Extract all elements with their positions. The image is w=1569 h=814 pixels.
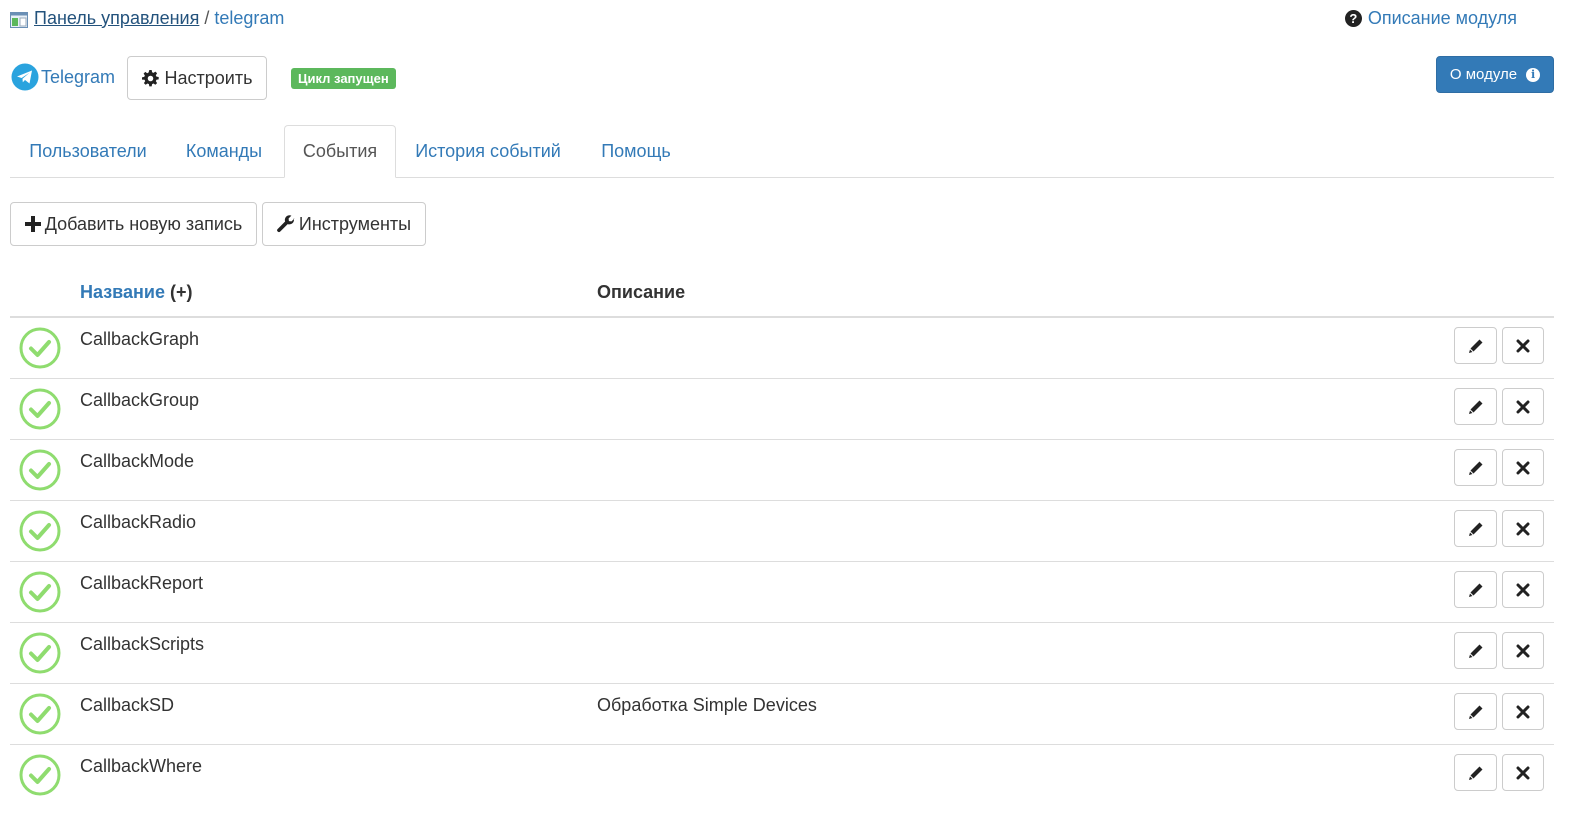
check-circle-icon	[19, 632, 61, 674]
table-row: CallbackRadio	[10, 501, 1554, 562]
table-row: CallbackReport	[10, 562, 1554, 623]
column-description-header: Описание	[597, 282, 686, 302]
row-name: CallbackReport	[80, 573, 204, 593]
row-description: Обработка Simple Devices	[597, 695, 817, 715]
check-circle-icon	[19, 327, 61, 369]
edit-button[interactable]	[1454, 693, 1497, 730]
row-name: CallbackScripts	[80, 634, 205, 654]
about-module-label: О модуле	[1449, 66, 1518, 83]
check-circle-icon	[19, 693, 61, 735]
delete-button[interactable]	[1502, 693, 1544, 730]
edit-button[interactable]	[1454, 510, 1497, 547]
add-record-button[interactable]: Добавить новую запись	[10, 202, 257, 246]
close-icon	[1516, 522, 1530, 535]
row-name: CallbackMode	[80, 451, 195, 471]
delete-button[interactable]	[1502, 388, 1544, 425]
module-help-label: Описание модуля	[1367, 8, 1517, 28]
tab-events[interactable]: События	[284, 125, 396, 178]
table-row: CallbackGraph	[10, 318, 1554, 379]
close-icon	[1516, 766, 1530, 779]
table-row: CallbackMode	[10, 440, 1554, 501]
row-name: CallbackGroup	[80, 390, 200, 410]
tab-users[interactable]: Пользователи	[10, 125, 166, 177]
table-row: CallbackWhere	[10, 745, 1554, 805]
add-record-label: Добавить новую запись	[44, 213, 243, 234]
edit-button[interactable]	[1454, 571, 1497, 608]
setup-button[interactable]: Настроить	[127, 56, 267, 100]
check-circle-icon	[19, 388, 61, 430]
delete-button[interactable]	[1502, 571, 1544, 608]
pencil-icon	[1468, 705, 1482, 719]
row-name: CallbackRadio	[80, 512, 197, 532]
breadcrumb: Панель управления / telegram	[10, 7, 284, 29]
row-name: CallbackGraph	[80, 329, 200, 349]
delete-button[interactable]	[1502, 327, 1544, 364]
edit-button[interactable]	[1454, 632, 1497, 669]
pencil-icon	[1468, 461, 1482, 475]
breadcrumb-separator: /	[204, 7, 210, 28]
tools-button[interactable]: Инструменты	[262, 202, 426, 246]
module-help-link[interactable]: ? Описание модуля	[1344, 8, 1517, 29]
edit-button[interactable]	[1454, 449, 1497, 486]
close-icon	[1516, 400, 1530, 413]
plus-icon	[24, 216, 41, 232]
tab-event-history[interactable]: История событий	[398, 125, 578, 177]
sort-indicator: (+)	[169, 282, 193, 302]
module-title: Telegram	[41, 66, 116, 87]
tab-bar: Пользователи Команды События История соб…	[10, 125, 1554, 178]
pencil-icon	[1468, 644, 1482, 658]
status-badge: Цикл запущен	[291, 68, 396, 89]
table-row: CallbackSD Обработка Simple Devices	[10, 684, 1554, 745]
close-icon	[1516, 339, 1530, 352]
tools-label: Инструменты	[298, 213, 412, 234]
delete-button[interactable]	[1502, 449, 1544, 486]
delete-button[interactable]	[1502, 632, 1544, 669]
question-circle-icon: ?	[1344, 10, 1362, 27]
control-panel-icon	[10, 11, 28, 28]
column-name-header: Название	[80, 282, 165, 302]
pencil-icon	[1468, 339, 1482, 353]
row-name: CallbackSD	[80, 695, 175, 715]
row-name: CallbackWhere	[80, 756, 203, 776]
breadcrumb-current-link[interactable]: telegram	[214, 8, 284, 29]
breadcrumb-control-panel-link[interactable]: Панель управления	[34, 8, 199, 29]
close-icon	[1516, 705, 1530, 718]
check-circle-icon	[19, 571, 61, 613]
pencil-icon	[1468, 583, 1482, 597]
delete-button[interactable]	[1502, 754, 1544, 791]
tab-help[interactable]: Помощь	[578, 125, 694, 177]
info-circle-icon: i	[1526, 67, 1541, 82]
sort-by-name-link[interactable]: Название (+)	[80, 282, 192, 303]
check-circle-icon	[19, 510, 61, 552]
table-row: CallbackScripts	[10, 623, 1554, 684]
wrench-icon	[277, 215, 295, 233]
telegram-icon	[11, 63, 39, 91]
pencil-icon	[1468, 522, 1482, 536]
check-circle-icon	[19, 449, 61, 491]
setup-button-label: Настроить	[164, 67, 253, 88]
tab-commands[interactable]: Команды	[166, 125, 282, 177]
table-header: Название (+) Описание	[10, 270, 1554, 318]
about-module-button[interactable]: О модуле i	[1436, 56, 1554, 93]
edit-button[interactable]	[1454, 388, 1497, 425]
module-title-link[interactable]: Telegram	[11, 63, 115, 91]
pencil-icon	[1468, 766, 1482, 780]
pencil-icon	[1468, 400, 1482, 414]
close-icon	[1516, 644, 1530, 657]
edit-button[interactable]	[1454, 754, 1497, 791]
close-icon	[1516, 583, 1530, 596]
check-circle-icon	[19, 754, 61, 796]
gear-icon	[141, 69, 159, 86]
edit-button[interactable]	[1454, 327, 1497, 364]
table-row: CallbackGroup	[10, 379, 1554, 440]
delete-button[interactable]	[1502, 510, 1544, 547]
events-table: CallbackGraph CallbackGroup CallbackMode…	[10, 318, 1554, 805]
close-icon	[1516, 461, 1530, 474]
